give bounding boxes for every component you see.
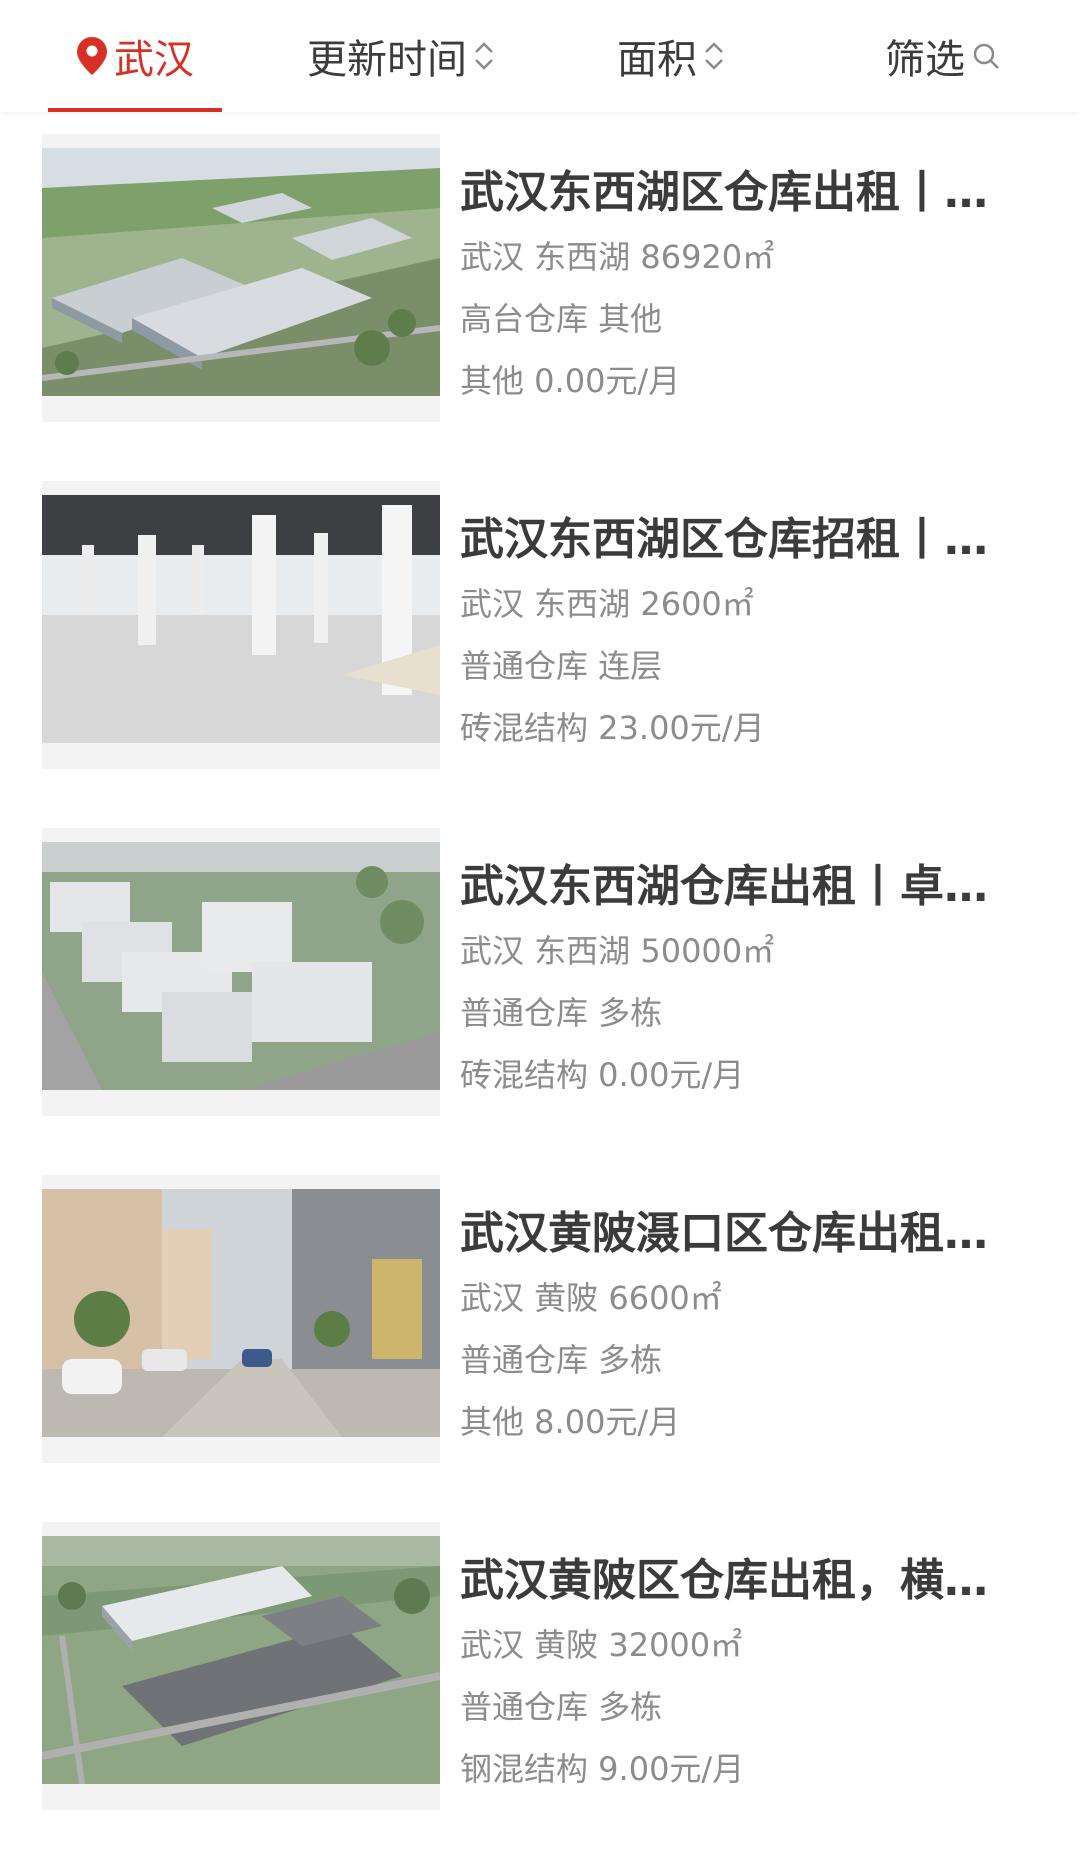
listing-title: 武汉东西湖区仓库出租丨… — [460, 167, 988, 218]
listing-card[interactable]: 武汉黄陂滠口区仓库出租… 武汉 黄陂 6600㎡ 普通仓库 多栋 其他 8.00… — [0, 1175, 1080, 1463]
sort-arrows-icon — [473, 39, 495, 73]
location-pin-icon — [76, 36, 108, 76]
listing-category: 普通仓库 多栋 — [460, 1688, 663, 1726]
listing-price: 砖混结构 23.00元/月 — [460, 709, 765, 747]
listing-title: 武汉东西湖区仓库招租丨… — [460, 514, 988, 565]
area-label: 面积 — [617, 37, 697, 83]
listing-title: 武汉黄陂区仓库出租，横… — [460, 1555, 988, 1606]
city-filter-label: 武汉 — [114, 37, 194, 83]
listing-category: 普通仓库 多栋 — [460, 1341, 663, 1379]
listing-thumbnail — [42, 842, 440, 1090]
area-sort[interactable]: 面积 — [596, 0, 746, 112]
listing-price: 其他 8.00元/月 — [460, 1403, 681, 1441]
listing-category: 普通仓库 多栋 — [460, 994, 663, 1032]
filter-bar: 武汉 更新时间 面积 筛选 — [0, 0, 1080, 112]
listing-card[interactable]: 武汉黄陂区仓库出租，横… 武汉 黄陂 32000㎡ 普通仓库 多栋 钢混结构 9… — [0, 1522, 1080, 1810]
listing-price: 其他 0.00元/月 — [460, 362, 681, 400]
listing-title: 武汉黄陂滠口区仓库出租… — [460, 1208, 988, 1259]
listing-title: 武汉东西湖仓库出租丨卓… — [460, 861, 988, 912]
listing-category: 普通仓库 连层 — [460, 647, 663, 685]
listing-card[interactable]: 武汉东西湖仓库出租丨卓… 武汉 东西湖 50000㎡ 普通仓库 多栋 砖混结构 … — [0, 828, 1080, 1116]
listing-location: 武汉 东西湖 86920㎡ — [460, 238, 775, 276]
filter-button[interactable]: 筛选 — [868, 0, 1018, 112]
listing-thumbnail — [42, 1536, 440, 1784]
listing-category: 高台仓库 其他 — [460, 300, 663, 338]
listing-card[interactable]: 武汉东西湖区仓库出租丨… 武汉 东西湖 86920㎡ 高台仓库 其他 其他 0.… — [0, 134, 1080, 422]
listing-location: 武汉 东西湖 2600㎡ — [460, 585, 754, 623]
listing-thumbnail — [42, 495, 440, 743]
search-icon — [971, 41, 1001, 71]
listing-price: 砖混结构 0.00元/月 — [460, 1056, 745, 1094]
listing-location: 武汉 黄陂 32000㎡ — [460, 1626, 743, 1664]
city-filter-tab[interactable]: 武汉 — [48, 0, 222, 112]
listing-price: 钢混结构 9.00元/月 — [460, 1750, 745, 1788]
update-time-label: 更新时间 — [307, 37, 467, 83]
listing-thumbnail — [42, 148, 440, 396]
sort-arrows-icon — [703, 39, 725, 73]
active-tab-indicator — [48, 108, 222, 112]
listing-location: 武汉 东西湖 50000㎡ — [460, 932, 775, 970]
listing-thumbnail — [42, 1189, 440, 1437]
listing-location: 武汉 黄陂 6600㎡ — [460, 1279, 722, 1317]
listing-card[interactable]: 武汉东西湖区仓库招租丨… 武汉 东西湖 2600㎡ 普通仓库 连层 砖混结构 2… — [0, 481, 1080, 769]
update-time-sort[interactable]: 更新时间 — [286, 0, 516, 112]
filter-label: 筛选 — [885, 37, 965, 83]
